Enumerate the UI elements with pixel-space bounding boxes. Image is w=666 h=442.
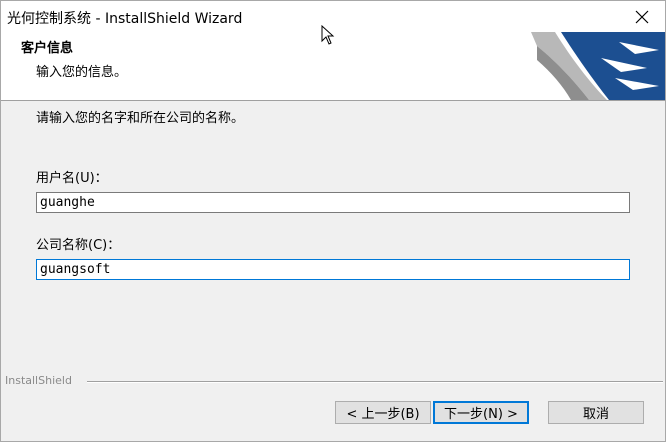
user-name-input[interactable]: guanghe (36, 192, 630, 213)
back-button[interactable]: < 上一步(B) (335, 401, 431, 424)
close-icon (635, 10, 649, 23)
installshield-brand-label: InstallShield (5, 374, 78, 387)
installshield-wizard-window: 光何控制系统 - InstallShield Wizard 客户信息 输入您的信… (0, 0, 666, 442)
instruction-text: 请输入您的名字和所在公司的名称。 (36, 111, 245, 126)
page-title: 客户信息 (21, 41, 74, 56)
company-name-label: 公司名称(C)： (36, 238, 121, 253)
window-title: 光何控制系统 - InstallShield Wizard (7, 11, 243, 27)
footer-divider (87, 381, 663, 383)
mouse-cursor-icon (321, 25, 335, 45)
installshield-logo (531, 32, 665, 100)
page-subtitle: 输入您的信息。 (36, 65, 128, 80)
close-button[interactable] (619, 1, 665, 32)
user-name-label: 用户名(U)： (36, 171, 108, 186)
next-button[interactable]: 下一步(N) > (433, 401, 529, 424)
cancel-button[interactable]: 取消 (548, 401, 644, 424)
company-name-input[interactable]: guangsoft (36, 259, 630, 280)
